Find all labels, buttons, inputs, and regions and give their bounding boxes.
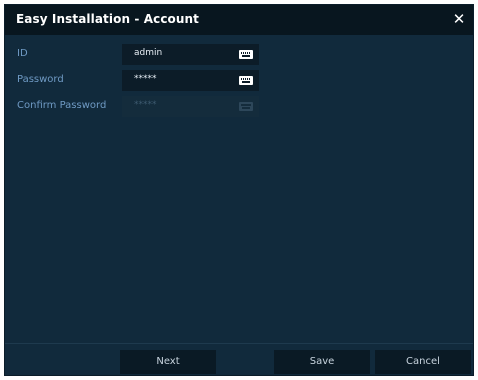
next-button[interactable]: Next: [120, 350, 216, 374]
password-field[interactable]: *****: [122, 70, 259, 91]
save-button[interactable]: Save: [274, 350, 370, 374]
dialog-titlebar: Easy Installation - Account ✕: [5, 5, 473, 35]
password-label: Password: [17, 74, 64, 85]
id-field[interactable]: admin: [122, 44, 259, 65]
id-value: admin: [134, 48, 163, 58]
keyboard-icon[interactable]: [239, 50, 253, 59]
confirm-password-value: *****: [134, 100, 157, 110]
dialog-footer: Next Save Cancel: [5, 343, 473, 375]
id-row: ID admin: [5, 44, 473, 66]
keyboard-icon[interactable]: [239, 76, 253, 85]
id-label: ID: [17, 48, 28, 59]
password-value: *****: [134, 74, 157, 84]
account-dialog: Easy Installation - Account ✕ ID admin P…: [4, 4, 474, 376]
dialog-title: Easy Installation - Account: [16, 12, 199, 26]
close-icon[interactable]: ✕: [452, 11, 466, 27]
confirm-password-row: Confirm Password *****: [5, 96, 473, 118]
keyboard-icon: [239, 102, 253, 111]
password-row: Password *****: [5, 70, 473, 92]
confirm-password-label: Confirm Password: [17, 100, 107, 111]
cancel-button[interactable]: Cancel: [375, 350, 471, 374]
confirm-password-field: *****: [122, 96, 259, 117]
